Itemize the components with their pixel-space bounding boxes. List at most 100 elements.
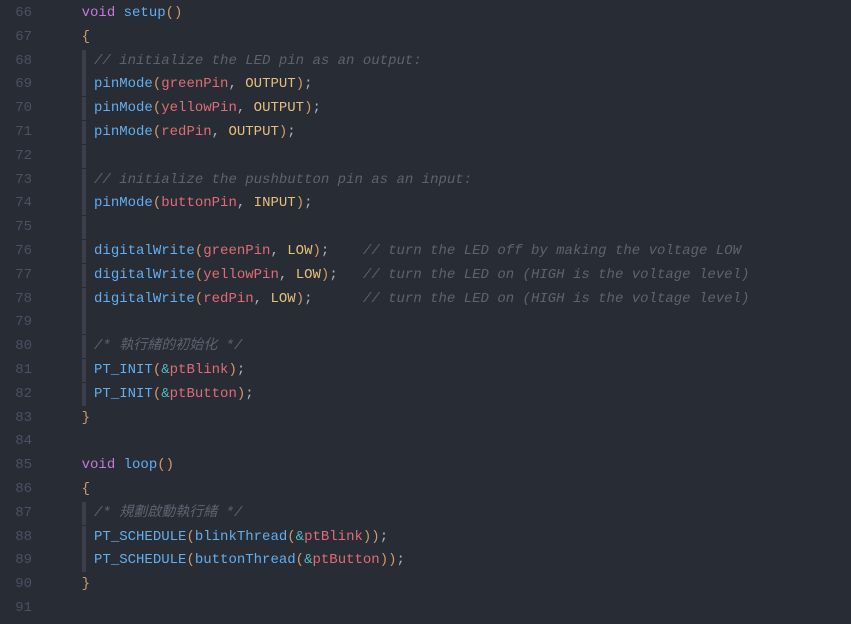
line-number: 85 (0, 454, 32, 478)
token: yellowPin (203, 267, 279, 283)
code-line[interactable]: PT_SCHEDULE(blinkThread(&ptBlink)); (48, 526, 851, 550)
token: ) (296, 195, 304, 211)
token: { (82, 481, 90, 497)
code-line[interactable]: // initialize the LED pin as an output: (48, 50, 851, 74)
token: LOW (287, 243, 312, 259)
line-number: 82 (0, 383, 32, 407)
token: , (254, 291, 271, 307)
token: & (161, 386, 169, 402)
token: & (161, 362, 169, 378)
token: ; (313, 100, 321, 116)
line-number: 70 (0, 97, 32, 121)
line-number: 80 (0, 335, 32, 359)
token: ( (153, 76, 161, 92)
code-line[interactable]: digitalWrite(redPin, LOW); // turn the L… (48, 288, 851, 312)
token: buttonThread (195, 552, 296, 568)
line-number: 81 (0, 359, 32, 383)
token (48, 5, 82, 21)
code-line[interactable]: } (48, 573, 851, 597)
token: ; (304, 195, 312, 211)
token: & (296, 529, 304, 545)
token: ( (296, 552, 304, 568)
token: ; (304, 291, 363, 307)
code-line[interactable]: pinMode(yellowPin, OUTPUT); (48, 97, 851, 121)
line-number: 78 (0, 288, 32, 312)
token: ; (237, 362, 245, 378)
token: ; (380, 529, 388, 545)
code-line[interactable]: PT_INIT(&ptButton); (48, 383, 851, 407)
token: ( (153, 386, 161, 402)
token (48, 481, 82, 497)
token: , (270, 243, 287, 259)
code-line[interactable] (48, 216, 851, 240)
line-number: 84 (0, 430, 32, 454)
token: LOW (296, 267, 321, 283)
code-line[interactable]: void loop() (48, 454, 851, 478)
line-number: 68 (0, 50, 32, 74)
token: greenPin (203, 243, 270, 259)
code-line[interactable]: // initialize the pushbutton pin as an i… (48, 169, 851, 193)
line-number: 75 (0, 216, 32, 240)
token: pinMode (94, 195, 153, 211)
code-area[interactable]: void setup() { // initialize the LED pin… (48, 0, 851, 624)
code-line[interactable]: { (48, 478, 851, 502)
token: ) (313, 243, 321, 259)
token: ) (296, 76, 304, 92)
token: void (82, 457, 116, 473)
token: digitalWrite (94, 267, 195, 283)
code-line[interactable]: digitalWrite(yellowPin, LOW); // turn th… (48, 264, 851, 288)
code-line[interactable]: PT_INIT(&ptBlink); (48, 359, 851, 383)
token: greenPin (161, 76, 228, 92)
code-line[interactable]: } (48, 407, 851, 431)
token (48, 410, 82, 426)
indent-guide (82, 145, 86, 168)
token: setup (124, 5, 166, 21)
token: // initialize the pushbutton pin as an i… (94, 172, 472, 188)
code-line[interactable]: { (48, 26, 851, 50)
token: PT_INIT (94, 362, 153, 378)
token: ( (153, 362, 161, 378)
code-line[interactable]: pinMode(buttonPin, INPUT); (48, 192, 851, 216)
token: ; (245, 386, 253, 402)
line-number: 86 (0, 478, 32, 502)
code-line[interactable]: /* 規劃啟動執行緒 */ (48, 502, 851, 526)
code-line[interactable]: pinMode(greenPin, OUTPUT); (48, 73, 851, 97)
token (115, 457, 123, 473)
token: // turn the LED on (HIGH is the voltage … (363, 267, 749, 283)
token: loop (124, 457, 158, 473)
code-line[interactable]: pinMode(redPin, OUTPUT); (48, 121, 851, 145)
token: ptButton (170, 386, 237, 402)
token: () (166, 5, 183, 21)
code-line[interactable] (48, 597, 851, 621)
code-line[interactable]: digitalWrite(greenPin, LOW); // turn the… (48, 240, 851, 264)
code-line[interactable] (48, 145, 851, 169)
token: ; (287, 124, 295, 140)
code-line[interactable]: void setup() (48, 2, 851, 26)
indent-guide (82, 311, 86, 334)
code-line[interactable] (48, 430, 851, 454)
token: PT_SCHEDULE (94, 552, 186, 568)
code-line[interactable]: PT_SCHEDULE(buttonThread(&ptButton)); (48, 549, 851, 573)
token: ( (195, 243, 203, 259)
token: )) (363, 529, 380, 545)
token (48, 29, 82, 45)
token: ( (186, 529, 194, 545)
code-line[interactable]: /* 執行緒的初始化 */ (48, 335, 851, 359)
token: ( (153, 124, 161, 140)
token: digitalWrite (94, 243, 195, 259)
code-editor[interactable]: 6667686970717273747576777879808182838485… (0, 0, 851, 624)
line-number: 79 (0, 311, 32, 335)
token (48, 576, 82, 592)
line-number: 71 (0, 121, 32, 145)
code-line[interactable] (48, 311, 851, 335)
token: /* 執行緒的初始化 */ (94, 338, 242, 354)
token: () (157, 457, 174, 473)
token: blinkThread (195, 529, 287, 545)
token: )) (380, 552, 397, 568)
token: ( (153, 195, 161, 211)
token: PT_INIT (94, 386, 153, 402)
token: ; (321, 243, 363, 259)
line-number: 88 (0, 526, 32, 550)
token: INPUT (254, 195, 296, 211)
token: yellowPin (161, 100, 237, 116)
